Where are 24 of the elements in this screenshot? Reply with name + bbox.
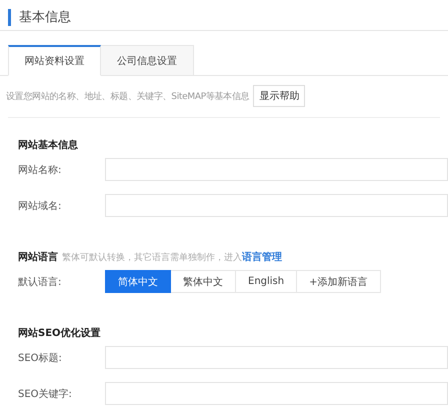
page-title: 基本信息 bbox=[19, 9, 71, 26]
input-field[interactable] bbox=[105, 382, 448, 405]
language-management-link[interactable]: 语言管理 bbox=[242, 250, 282, 264]
section-title: 网站SEO优化设置 bbox=[18, 326, 101, 340]
tab[interactable]: 公司信息设置 bbox=[101, 45, 194, 76]
language-option[interactable]: 简体中文 bbox=[105, 270, 171, 293]
help-button[interactable]: 显示帮助 bbox=[253, 85, 306, 107]
field-label: 默认语言: bbox=[18, 276, 62, 288]
description-text: 设置您网站的名称、地址、标题、关键字、SiteMAP等基本信息 bbox=[6, 90, 250, 102]
language-option[interactable]: English bbox=[236, 270, 298, 293]
input-field[interactable] bbox=[105, 158, 448, 181]
section-title: 网站语言 bbox=[18, 250, 58, 264]
input-field[interactable] bbox=[105, 194, 448, 217]
field-label: 网站域名: bbox=[18, 200, 62, 212]
field-label: SEO标题: bbox=[18, 352, 63, 364]
input-field[interactable] bbox=[105, 346, 448, 369]
field-label: 网站名称: bbox=[18, 164, 62, 176]
title-accent-bar bbox=[8, 8, 11, 26]
section-note: 繁体可默认转换，其它语言需单独制作，进入 bbox=[62, 252, 242, 264]
section-title: 网站基本信息 bbox=[18, 138, 78, 152]
field-label: SEO关键字: bbox=[18, 388, 73, 400]
language-option[interactable]: 繁体中文 bbox=[171, 270, 236, 293]
add-language-button[interactable]: +添加新语言 bbox=[297, 270, 380, 293]
tab[interactable]: 网站资料设置 bbox=[8, 45, 101, 76]
